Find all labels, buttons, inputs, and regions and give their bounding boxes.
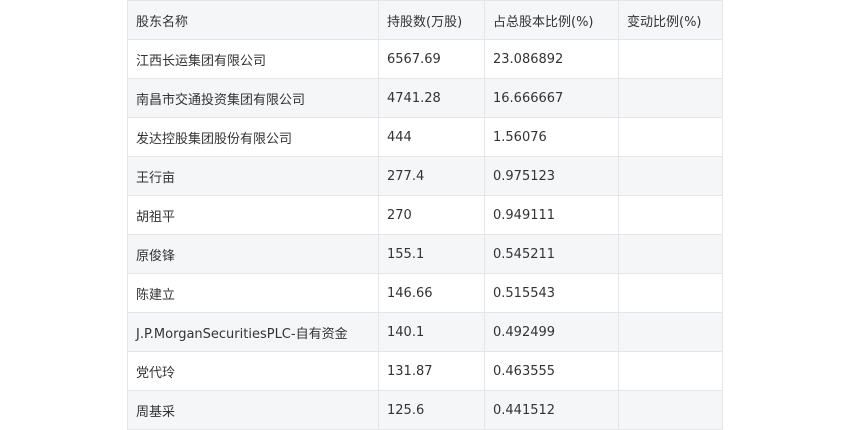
table-row: 发达控股集团股份有限公司 444 1.56076 [127,117,723,157]
table-row: 江西长运集团有限公司 6567.69 23.086892 [127,39,723,79]
cell-shareholder-name: 党代玲 [127,351,379,391]
cell-share-ratio: 1.56076 [484,117,619,157]
table-header: 股东名称 持股数(万股) 占总股本比例(%) 变动比例(%) [127,0,723,40]
cell-change-ratio [618,78,723,118]
cell-share-ratio: 23.086892 [484,39,619,79]
cell-change-ratio [618,390,723,430]
cell-shares-held: 125.6 [378,390,485,430]
table-row: 陈建立 146.66 0.515543 [127,273,723,313]
cell-shareholder-name: 周基采 [127,390,379,430]
cell-change-ratio [618,39,723,79]
cell-change-ratio [618,234,723,274]
header-shares-held: 持股数(万股) [378,0,485,40]
cell-share-ratio: 0.463555 [484,351,619,391]
shareholder-table-container: 股东名称 持股数(万股) 占总股本比例(%) 变动比例(%) 江西长运集团有限公… [127,0,723,430]
cell-shareholder-name: 江西长运集团有限公司 [127,39,379,79]
table-row: J.P.MorganSecuritiesPLC-自有资金 140.1 0.492… [127,312,723,352]
cell-share-ratio: 16.666667 [484,78,619,118]
cell-shares-held: 140.1 [378,312,485,352]
cell-share-ratio: 0.975123 [484,156,619,196]
header-row: 股东名称 持股数(万股) 占总股本比例(%) 变动比例(%) [127,0,723,40]
table-row: 南昌市交通投资集团有限公司 4741.28 16.666667 [127,78,723,118]
cell-change-ratio [618,117,723,157]
table-row: 王行亩 277.4 0.975123 [127,156,723,196]
cell-change-ratio [618,195,723,235]
header-change-ratio: 变动比例(%) [618,0,723,40]
cell-shares-held: 146.66 [378,273,485,313]
cell-shareholder-name: 原俊锋 [127,234,379,274]
cell-share-ratio: 0.949111 [484,195,619,235]
cell-share-ratio: 0.545211 [484,234,619,274]
cell-change-ratio [618,312,723,352]
cell-change-ratio [618,351,723,391]
cell-shares-held: 277.4 [378,156,485,196]
table-body: 江西长运集团有限公司 6567.69 23.086892 南昌市交通投资集团有限… [127,39,723,430]
cell-shareholder-name: 胡祖平 [127,195,379,235]
table-row: 原俊锋 155.1 0.545211 [127,234,723,274]
cell-share-ratio: 0.492499 [484,312,619,352]
cell-change-ratio [618,273,723,313]
cell-shares-held: 4741.28 [378,78,485,118]
cell-shareholder-name: J.P.MorganSecuritiesPLC-自有资金 [127,312,379,352]
cell-share-ratio: 0.515543 [484,273,619,313]
cell-shares-held: 155.1 [378,234,485,274]
cell-shareholder-name: 南昌市交通投资集团有限公司 [127,78,379,118]
cell-share-ratio: 0.441512 [484,390,619,430]
cell-change-ratio [618,156,723,196]
cell-shares-held: 131.87 [378,351,485,391]
header-share-ratio: 占总股本比例(%) [484,0,619,40]
cell-shareholder-name: 陈建立 [127,273,379,313]
cell-shareholder-name: 发达控股集团股份有限公司 [127,117,379,157]
cell-shares-held: 444 [378,117,485,157]
table-row: 周基采 125.6 0.441512 [127,390,723,430]
cell-shares-held: 270 [378,195,485,235]
cell-shares-held: 6567.69 [378,39,485,79]
shareholder-table: 股东名称 持股数(万股) 占总股本比例(%) 变动比例(%) 江西长运集团有限公… [127,0,723,430]
header-shareholder-name: 股东名称 [127,0,379,40]
table-row: 党代玲 131.87 0.463555 [127,351,723,391]
cell-shareholder-name: 王行亩 [127,156,379,196]
table-row: 胡祖平 270 0.949111 [127,195,723,235]
